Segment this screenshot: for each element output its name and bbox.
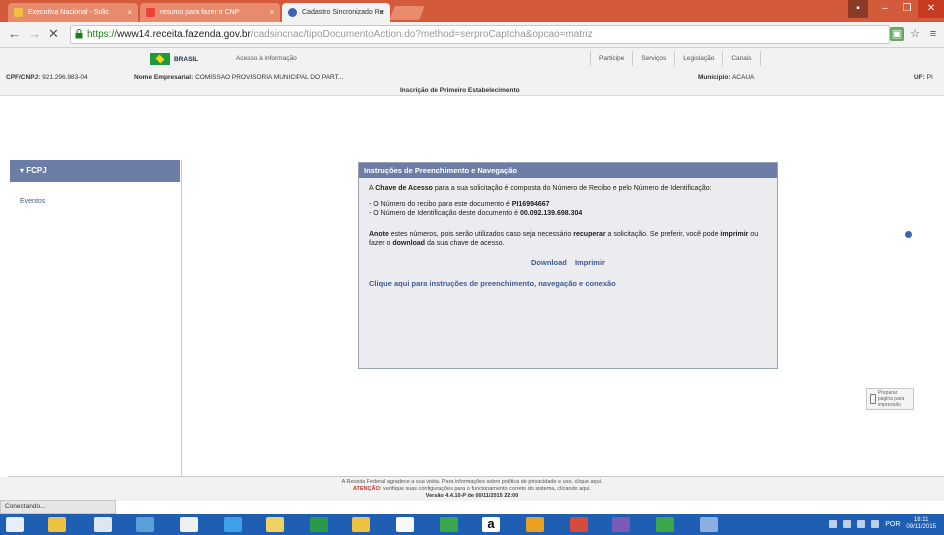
back-icon[interactable]: ← — [8, 26, 21, 41]
help-dot-icon[interactable] — [905, 231, 912, 238]
footer-version: Versão 4.4.10-P de 00/11/2015 22:00 — [425, 493, 519, 499]
recibo-line: - O Número do recibo para este documento… — [369, 201, 550, 208]
app-icon[interactable] — [700, 517, 718, 532]
language-indicator[interactable]: POR — [885, 521, 900, 528]
url-host: www14.receita.fazenda.gov.br — [117, 29, 251, 40]
recibo-number: PI16994667 — [511, 201, 550, 208]
nav-participe[interactable]: Participe — [590, 51, 632, 66]
municipio-value: ACAUA — [731, 74, 755, 81]
dialog-intro: A Chave de Acesso para a sua solicitação… — [369, 185, 712, 192]
dialog-note: Anote estes números, pois serão utilizad… — [369, 231, 759, 247]
tab-favicon-icon — [14, 8, 23, 17]
acesso-informacao-link[interactable]: Acesso à informação — [236, 55, 297, 62]
browser-tab-3[interactable]: Cadastro Sincronizado Re × — [282, 3, 390, 22]
printer-icon — [870, 394, 876, 404]
documents-icon[interactable] — [94, 517, 112, 532]
download-link[interactable]: Download — [531, 258, 567, 267]
sidebar: ▾ FCPJ Eventos — [8, 160, 182, 476]
sidebar-header-label: FCPJ — [26, 166, 47, 175]
gov-nav: Participe Serviços Legislação Canais — [590, 51, 761, 66]
brasil-link[interactable]: BRASIL — [150, 53, 198, 65]
tab-close-icon[interactable]: × — [269, 3, 274, 22]
app-icon[interactable] — [180, 517, 198, 532]
flag-icon[interactable] — [843, 520, 852, 528]
brasil-flag-icon — [150, 53, 170, 65]
nome-value: COMISSAO PROVISORIA MUNICIPAL DO PART... — [195, 74, 344, 81]
network-icon[interactable] — [857, 520, 866, 528]
start-icon[interactable] — [6, 517, 24, 532]
url-path: /cadsincnac/tipoDocumentoAction.do?metho… — [250, 29, 593, 40]
uf-label: UF: — [914, 74, 925, 81]
bookmark-star-icon[interactable]: ☆ — [908, 27, 922, 41]
nav-servicos[interactable]: Serviços — [632, 51, 674, 66]
url-scheme: https:// — [87, 29, 118, 40]
tray-icon[interactable] — [829, 520, 838, 528]
tab-title: Cadastro Sincronizado Re — [302, 9, 384, 16]
app-icon[interactable] — [352, 517, 370, 532]
app-icon[interactable] — [570, 517, 588, 532]
stop-icon[interactable]: ✕ — [48, 26, 59, 42]
user-icon[interactable]: ▪ — [848, 0, 868, 18]
tab-close-icon[interactable]: × — [127, 3, 132, 22]
tab-title: resumo para fazer o CNP — [160, 9, 240, 16]
tab-title: Executiva Nacional - Solic — [28, 9, 109, 16]
browser-tab-1[interactable]: Executiva Nacional - Solic × — [8, 3, 138, 22]
system-tray: POR 18:11 09/11/2015 — [829, 517, 936, 531]
loading-icon — [288, 8, 297, 17]
file-explorer-icon[interactable] — [48, 517, 66, 532]
identificacao-number: 00.092.139.698.304 — [519, 210, 583, 217]
minimize-icon[interactable]: – — [874, 0, 896, 18]
volume-icon[interactable] — [871, 520, 880, 528]
excel-icon[interactable] — [310, 517, 328, 532]
cpf-value: 921.296.983-04 — [42, 74, 88, 81]
browser-tab-2[interactable]: resumo para fazer o CNP × — [140, 3, 280, 22]
footer-privacy: A Receita Federal agradece a sua visita.… — [341, 479, 603, 485]
close-window-icon[interactable]: ✕ — [918, 0, 944, 18]
site-header: BRASIL Acesso à informação Participe Ser… — [0, 48, 944, 96]
nav-canais[interactable]: Canais — [722, 51, 761, 66]
sidebar-item-eventos[interactable]: Eventos — [20, 198, 45, 205]
browser-tab-bar: Executiva Nacional - Solic × resumo para… — [0, 0, 944, 22]
page-footer: A Receita Federal agradece a sua visita.… — [0, 477, 944, 501]
tab-close-icon[interactable]: × — [379, 3, 384, 22]
app-icon[interactable] — [612, 517, 630, 532]
dialog-title: Instruções de Preenchimento e Navegação — [359, 163, 777, 178]
uf-value: PI — [926, 74, 933, 81]
notepad-icon[interactable] — [396, 517, 414, 532]
instructions-link[interactable]: Clique aqui para instruções de preenchim… — [369, 279, 767, 288]
print-page-label: Preparar página para impressão — [877, 390, 905, 408]
brasil-label: BRASIL — [174, 55, 199, 63]
municipio-label: Municipio: — [698, 74, 731, 81]
footer-warning: ATENÇÃO: verifique suas configurações pa… — [352, 486, 592, 492]
app-icon[interactable] — [136, 517, 154, 532]
instructions-dialog: Instruções de Preenchimento e Navegação … — [358, 162, 778, 369]
nome-label: Nome Empresarial: — [134, 74, 194, 81]
sidebar-header[interactable]: ▾ FCPJ — [10, 160, 180, 182]
forward-icon[interactable]: → — [28, 26, 41, 41]
browser-toolbar: ← → ✕ https://www14.receita.fazenda.gov.… — [0, 22, 944, 48]
print-page-button[interactable]: Preparar página para impressão — [866, 388, 914, 410]
page-title: Inscrição de Primeiro Estabelecimento — [400, 87, 520, 94]
nav-legislacao[interactable]: Legislação — [674, 51, 722, 66]
windows-taskbar: a POR 18:11 09/11/2015 — [0, 514, 944, 535]
ie-icon[interactable] — [224, 517, 242, 532]
chrome-icon[interactable] — [526, 517, 544, 532]
lock-icon — [75, 29, 83, 39]
app-icon[interactable] — [440, 517, 458, 532]
app-icon[interactable] — [656, 517, 674, 532]
clock[interactable]: 18:11 09/11/2015 — [906, 517, 936, 531]
address-bar[interactable]: https://www14.receita.fazenda.gov.br/cad… — [70, 25, 890, 44]
imprimir-link[interactable]: Imprimir — [575, 258, 605, 267]
restore-icon[interactable]: ❐ — [896, 0, 918, 18]
cpf-label: CPF/CNPJ: — [6, 74, 41, 81]
new-tab-button[interactable] — [389, 6, 425, 20]
extension-icon[interactable]: ▣ — [890, 27, 904, 41]
browser-status: Conectando... — [0, 500, 116, 514]
menu-icon[interactable]: ≡ — [926, 27, 940, 41]
folder-icon[interactable] — [266, 517, 284, 532]
identificacao-line: - O Número de Identificação deste docume… — [369, 210, 583, 217]
amazon-icon[interactable]: a — [482, 517, 500, 532]
gmail-icon — [146, 8, 155, 17]
